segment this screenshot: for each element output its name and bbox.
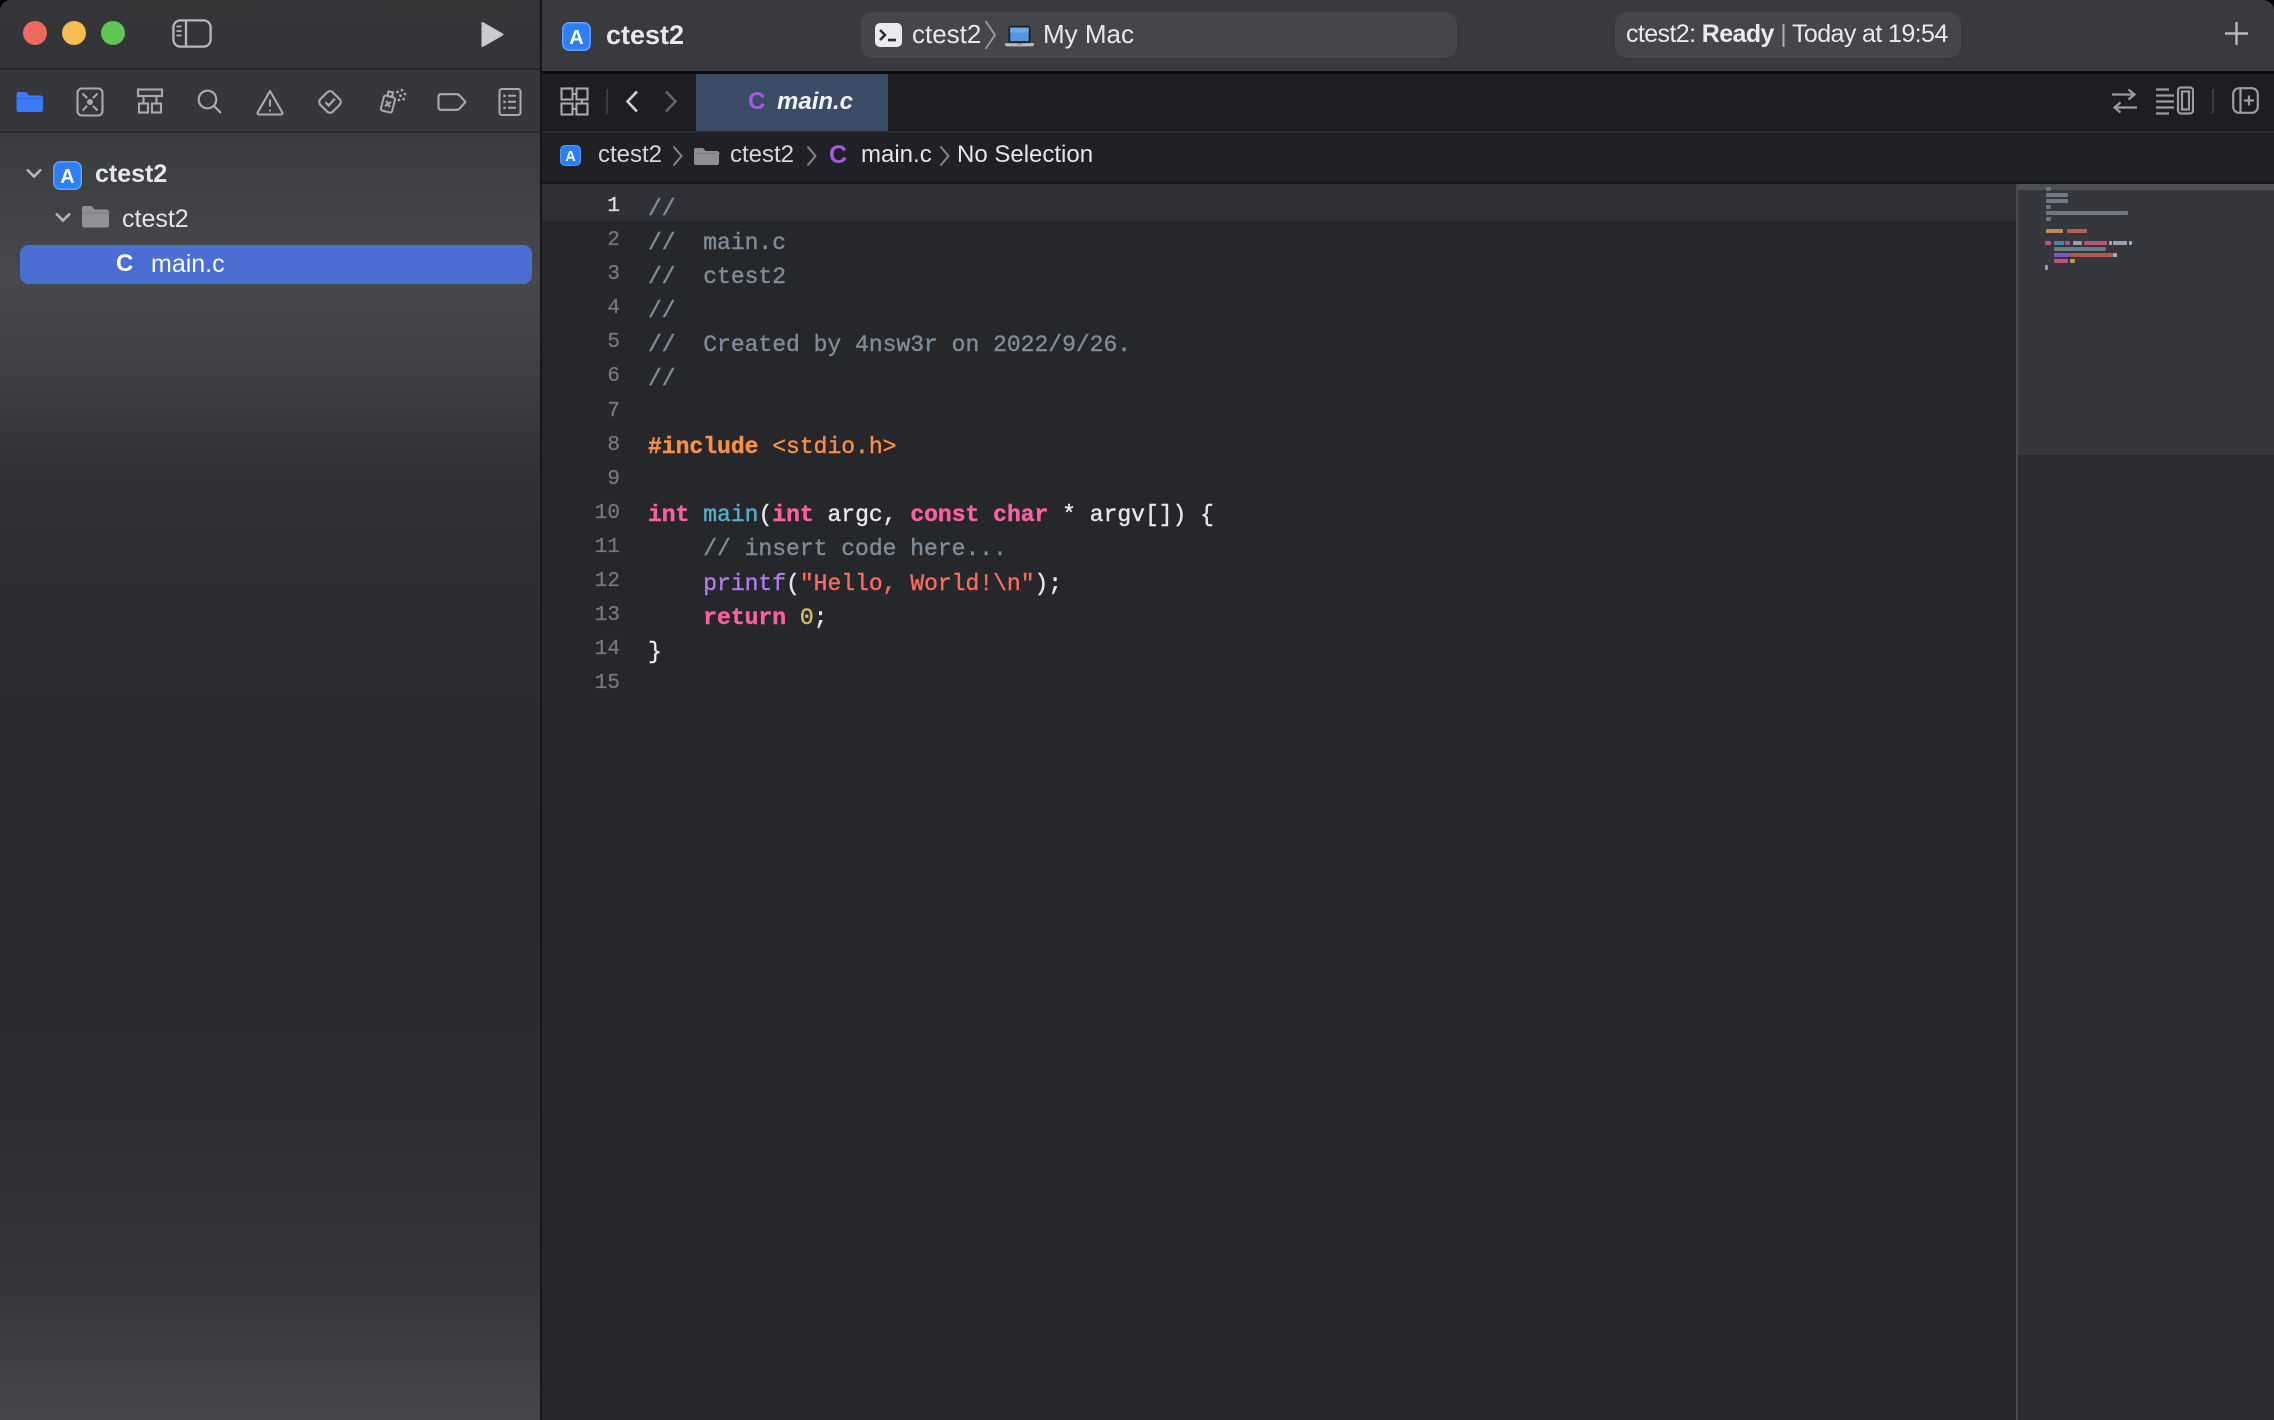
svg-text:A: A — [569, 27, 583, 49]
svg-text:A: A — [565, 149, 576, 165]
svg-text:A: A — [60, 166, 74, 188]
